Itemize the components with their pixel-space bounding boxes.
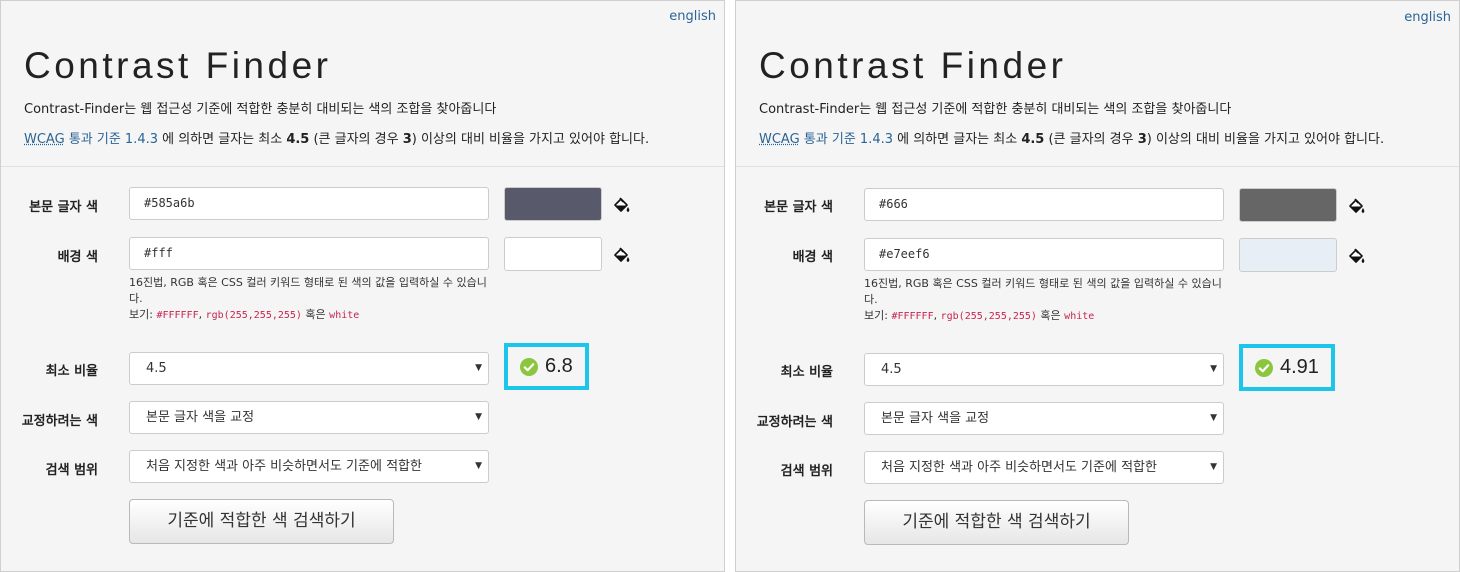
background-color-input[interactable]: #fff <box>129 237 489 270</box>
search-colors-button[interactable]: 기준에 적합한 색 검색하기 <box>129 499 394 544</box>
help-or: 혹은 <box>301 308 330 321</box>
caret-down-icon: ▼ <box>475 363 482 373</box>
wcag-min-ratio: 4.5 <box>1021 132 1045 147</box>
help-example: 보기: #FFFFFF, rgb(255,255,255) 혹은 white <box>129 307 489 324</box>
wcag-abbr: WCAG <box>24 132 65 147</box>
example-rgb: rgb(255,255,255) <box>205 310 302 321</box>
caret-down-icon: ▼ <box>475 412 482 422</box>
wcag-requirement: WCAG 통과 기준 1.4.3 에 의하면 글자는 최소 4.5 (큰 글자의… <box>24 128 649 147</box>
wcag-abbr: WCAG <box>759 132 800 147</box>
paint-bucket-icon[interactable] <box>1346 247 1366 267</box>
background-label: 배경 색 <box>792 250 833 265</box>
help-sep: , <box>198 308 206 321</box>
min-ratio-label: 최소 비율 <box>780 365 833 380</box>
color-to-fix-select[interactable]: 본문 글자 색을 교정 ▼ <box>129 401 489 434</box>
app-description: Contrast-Finder는 웹 접근성 기준에 적합한 충분히 대비되는 … <box>759 102 1232 117</box>
wcag-criterion: 통과 기준 1.4.3 <box>68 132 158 147</box>
color-to-fix-value: 본문 글자 색을 교정 <box>881 411 990 426</box>
min-ratio-label: 최소 비율 <box>45 364 98 379</box>
help-text: 16진법, RGB 혹은 CSS 컬러 키워드 형태로 된 색의 값을 입력하실… <box>129 276 487 305</box>
min-ratio-value: 4.5 <box>146 361 167 376</box>
color-to-fix-label: 교정하려는 색 <box>21 414 98 429</box>
page-header: Contrast Finder Contrast-Finder는 웹 접근성 기… <box>736 1 1459 167</box>
search-range-value: 처음 지정한 색과 아주 비슷하면서도 기준에 적합한 <box>146 459 422 474</box>
search-range-value: 처음 지정한 색과 아주 비슷하면서도 기준에 적합한 <box>881 460 1157 475</box>
contrast-ratio-result: 4.91 <box>1239 344 1335 391</box>
min-ratio-value: 4.5 <box>881 362 902 377</box>
foreground-color-swatch[interactable] <box>1239 188 1337 222</box>
paint-bucket-icon[interactable] <box>1346 197 1366 217</box>
check-circle-icon <box>520 357 538 376</box>
search-range-label: 검색 범위 <box>45 463 98 478</box>
foreground-color-input[interactable]: #666 <box>864 188 1224 221</box>
search-range-select[interactable]: 처음 지정한 색과 아주 비슷하면서도 기준에 적합한 ▼ <box>864 451 1224 484</box>
contrast-ratio-result: 6.8 <box>504 343 589 390</box>
wcag-min-ratio: 4.5 <box>286 132 310 147</box>
background-label: 배경 색 <box>57 250 98 265</box>
help-sep: , <box>933 309 941 322</box>
contrast-ratio-value: 6.8 <box>545 355 573 377</box>
help-text: 16진법, RGB 혹은 CSS 컬러 키워드 형태로 된 색의 값을 입력하실… <box>864 277 1222 306</box>
wcag-requirement: WCAG 통과 기준 1.4.3 에 의하면 글자는 최소 4.5 (큰 글자의… <box>759 128 1384 147</box>
caret-down-icon: ▼ <box>1210 364 1217 374</box>
help-or: 혹은 <box>1036 309 1065 322</box>
color-to-fix-select[interactable]: 본문 글자 색을 교정 ▼ <box>864 402 1224 435</box>
example-keyword: white <box>329 310 360 321</box>
wcag-text: (큰 글자의 경우 <box>309 132 403 147</box>
check-circle-icon <box>1255 358 1273 377</box>
contrast-ratio-value: 4.91 <box>1280 356 1319 378</box>
wcag-criterion: 통과 기준 1.4.3 <box>803 132 893 147</box>
min-ratio-select[interactable]: 4.5 ▼ <box>864 353 1224 386</box>
search-range-label: 검색 범위 <box>780 464 833 479</box>
min-ratio-select[interactable]: 4.5 ▼ <box>129 352 489 385</box>
foreground-color-swatch[interactable] <box>504 187 602 221</box>
wcag-text: ) 이상의 대비 비율을 가지고 있어야 합니다. <box>1146 132 1385 147</box>
color-format-help: 16진법, RGB 혹은 CSS 컬러 키워드 형태로 된 색의 값을 입력하실… <box>129 275 489 324</box>
search-colors-button[interactable]: 기준에 적합한 색 검색하기 <box>864 500 1129 545</box>
contrast-finder-panel-left: english Contrast Finder Contrast-Finder는… <box>0 0 725 572</box>
color-format-help: 16진법, RGB 혹은 CSS 컬러 키워드 형태로 된 색의 값을 입력하실… <box>864 276 1224 325</box>
app-description: Contrast-Finder는 웹 접근성 기준에 적합한 충분히 대비되는 … <box>24 102 497 117</box>
example-hex: #FFFFFF <box>156 310 199 321</box>
color-to-fix-value: 본문 글자 색을 교정 <box>146 410 255 425</box>
example-rgb: rgb(255,255,255) <box>940 311 1037 322</box>
wcag-text: ) 이상의 대비 비율을 가지고 있어야 합니다. <box>411 132 650 147</box>
contrast-finder-panel-right: english Contrast Finder Contrast-Finder는… <box>735 0 1460 572</box>
help-example-prefix: 보기: <box>864 309 892 322</box>
search-range-select[interactable]: 처음 지정한 색과 아주 비슷하면서도 기준에 적합한 ▼ <box>129 450 489 483</box>
color-to-fix-label: 교정하려는 색 <box>756 415 833 430</box>
foreground-label: 본문 글자 색 <box>29 200 98 215</box>
example-keyword: white <box>1064 311 1095 322</box>
wcag-link[interactable]: WCAG 통과 기준 1.4.3 <box>24 132 158 147</box>
background-color-swatch[interactable] <box>504 237 602 271</box>
background-color-input[interactable]: #e7eef6 <box>864 238 1224 271</box>
help-example: 보기: #FFFFFF, rgb(255,255,255) 혹은 white <box>864 308 1224 325</box>
app-title: Contrast Finder <box>759 45 1067 86</box>
wcag-text: 에 의하면 글자는 최소 <box>158 132 287 147</box>
caret-down-icon: ▼ <box>1210 413 1217 423</box>
help-example-prefix: 보기: <box>129 308 157 321</box>
wcag-text: (큰 글자의 경우 <box>1044 132 1138 147</box>
foreground-color-input[interactable]: #585a6b <box>129 187 489 220</box>
wcag-large-ratio: 3 <box>1137 132 1147 147</box>
paint-bucket-icon[interactable] <box>611 246 631 266</box>
app-title: Contrast Finder <box>24 45 332 86</box>
wcag-text: 에 의하면 글자는 최소 <box>893 132 1022 147</box>
background-color-swatch[interactable] <box>1239 238 1337 272</box>
caret-down-icon: ▼ <box>475 461 482 471</box>
wcag-link[interactable]: WCAG 통과 기준 1.4.3 <box>759 132 893 147</box>
wcag-large-ratio: 3 <box>402 132 412 147</box>
example-hex: #FFFFFF <box>891 311 934 322</box>
foreground-label: 본문 글자 색 <box>764 200 833 215</box>
paint-bucket-icon[interactable] <box>611 196 631 216</box>
page-header: Contrast Finder Contrast-Finder는 웹 접근성 기… <box>1 1 724 167</box>
caret-down-icon: ▼ <box>1210 462 1217 472</box>
